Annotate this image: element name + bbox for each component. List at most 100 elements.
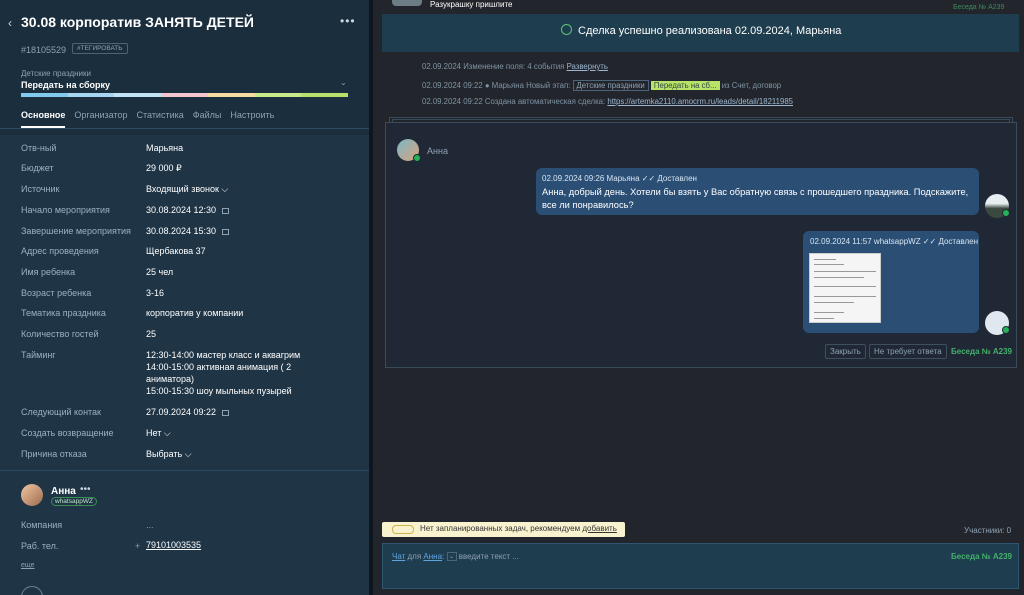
compose-placeholder[interactable]: введите текст ... (459, 552, 519, 561)
stage-progress-bar (21, 93, 349, 97)
lead-tabs: Основное Организатор Статистика Файлы Настро… (21, 110, 274, 128)
whatsapp-icon (413, 154, 421, 162)
tab-4[interactable]: Настроить (230, 110, 274, 128)
pipeline-name: Детские праздники (21, 69, 91, 78)
chevron-down-icon[interactable]: ⌄ (340, 78, 347, 87)
tasks-hint: Нет запланированных задач, рекомендуем д… (382, 522, 625, 537)
top-clipped-message: Разукрашку пришлите (430, 0, 513, 9)
field-label: Тайминг (21, 350, 56, 360)
message-header: 02.09.2024 09:26 Марьяна ✓✓ Доставлен (542, 174, 697, 183)
tab-2[interactable]: Статистика (136, 110, 183, 128)
phone-link[interactable]: 79101003535 (146, 540, 201, 550)
field-value[interactable]: Выбрать ⌵ (146, 449, 192, 460)
field-label: Причина отказа (21, 449, 87, 459)
contact-divider (0, 470, 369, 471)
lead-url-link[interactable]: https://artemka2110.amocrm.ru/leads/deta… (607, 97, 793, 106)
calendar-icon[interactable] (222, 207, 230, 214)
field-value[interactable]: 25 чел (146, 267, 173, 277)
stage-segment (114, 93, 162, 97)
log-stage-change: 02.09.2024 09:22 ● Марьяна Новый этап: Д… (422, 80, 781, 91)
top-beseda: Беседа № A239 (953, 4, 1005, 11)
company-label: Компания (21, 520, 63, 530)
field-value[interactable]: 30.08.2024 12:30 (146, 205, 230, 215)
tabs-divider (0, 128, 369, 129)
expand-link[interactable]: Развернуть (567, 62, 608, 71)
log-text: 02.09.2024 09:22 Создана автоматическая … (422, 97, 606, 106)
company-value[interactable]: ... (146, 520, 154, 530)
timing-line[interactable]: 14:00-15:00 активная анимация ( 2 (146, 362, 291, 372)
more-fields-link[interactable]: еще (21, 562, 34, 569)
tab-3[interactable]: Файлы (193, 110, 222, 128)
whatsapp-icon (1002, 326, 1010, 334)
contact-avatar[interactable] (21, 484, 43, 506)
participants-count: Участники: 0 (964, 526, 1012, 535)
message-text: Анна, добрый день. Хотели бы взять у Вас… (542, 187, 969, 210)
field-label: Имя ребенка (21, 267, 76, 277)
back-chevron-icon[interactable]: ‹ (8, 16, 12, 30)
log-text: 02.09.2024 Изменение поля: 4 события (422, 62, 565, 71)
stage-select[interactable]: Передать на сборку (21, 80, 110, 90)
field-value[interactable]: 30.08.2024 15:30 (146, 226, 230, 236)
tab-0[interactable]: Основное (21, 110, 66, 128)
phone-label: Раб. тел. (21, 541, 59, 551)
stage-segment (207, 93, 255, 97)
contact-name[interactable]: Анна (51, 486, 76, 497)
field-value[interactable]: Входящий звонок ⌵ (146, 184, 228, 195)
field-value[interactable]: Нет ⌵ (146, 428, 171, 439)
tag-button[interactable]: #ТЕГИРОВАТЬ (72, 43, 128, 54)
timing-line[interactable]: 12:30-14:00 мастер класс и аквагрим (146, 350, 300, 360)
chat-mode-link[interactable]: Чат (392, 552, 405, 561)
field-label: Тематика праздника (21, 308, 106, 318)
calendar-icon[interactable] (222, 228, 230, 235)
top-clip-bar (392, 0, 422, 6)
log-field-change: 02.09.2024 Изменение поля: 4 события Раз… (422, 62, 608, 71)
tab-1[interactable]: Организатор (74, 110, 127, 128)
calendar-icon[interactable] (222, 409, 230, 416)
beseda-label[interactable]: Беседа № A239 (951, 347, 1012, 356)
recipient-link[interactable]: Анна (423, 552, 442, 561)
add-task-link[interactable]: добавить (582, 524, 617, 533)
stage-segment (301, 93, 349, 97)
check-circle-icon (561, 24, 572, 35)
close-chat-button[interactable]: Закрыть (825, 344, 866, 359)
field-value[interactable]: Щербакова 37 (146, 246, 206, 256)
image-attachment[interactable] (809, 253, 881, 323)
field-value[interactable]: 29 000 ₽ (146, 163, 182, 174)
field-label: Создать возвращение (21, 428, 114, 438)
clock-icon (392, 525, 414, 534)
field-value[interactable]: корпоратив у компании (146, 308, 243, 318)
whatsapp-icon (1002, 209, 1010, 217)
message-header: 02.09.2024 11:57 whatsappWZ ✓✓ Доставлен (810, 237, 979, 246)
field-label: Источник (21, 184, 60, 194)
log-auto-lead: 02.09.2024 09:22 Создана автоматическая … (422, 97, 793, 106)
compose-box[interactable] (382, 543, 1019, 589)
pipeline-chip: Детские праздники (572, 80, 649, 91)
stage-segment (67, 93, 115, 97)
timing-line[interactable]: 15:00-15:30 шоу мыльных пузырей (146, 386, 292, 396)
field-label: Завершение мероприятия (21, 226, 131, 236)
log-text: 02.09.2024 09:22 ● Марьяна Новый этап: (422, 81, 571, 90)
timing-line[interactable]: аниматора) (146, 374, 194, 384)
compose-beseda[interactable]: Беседа № A239 (951, 552, 1012, 561)
field-label: Отв-ный (21, 143, 57, 153)
log-text: из Счет, договор (721, 81, 782, 90)
no-reply-button[interactable]: Не требует ответа (869, 344, 947, 359)
field-value[interactable]: Марьяна (146, 143, 183, 153)
lead-id: #18105529 (21, 45, 67, 55)
lead-title[interactable]: 30.08 корпоратив ЗАНЯТЬ ДЕТЕЙ (21, 14, 254, 30)
field-label: Адрес проведения (21, 246, 99, 256)
plus-icon[interactable]: + (135, 541, 140, 551)
chat-contact-name: Анна (427, 146, 448, 156)
stage-segment (21, 93, 68, 97)
stage-chip: Передать на сб... (650, 81, 720, 90)
more-options-icon[interactable]: ••• (340, 14, 356, 28)
field-value[interactable]: 27.09.2024 09:22 (146, 407, 230, 417)
stage-segment (254, 93, 302, 97)
contact-more-icon[interactable]: ••• (80, 484, 91, 495)
field-value[interactable]: 25 (146, 329, 156, 339)
field-value[interactable]: 3-16 (146, 288, 164, 298)
recipient-dropdown-icon[interactable]: ⌄ (446, 552, 457, 562)
field-label: Бюджет (21, 163, 54, 173)
compose-for: для (407, 552, 422, 561)
field-label: Количество гостей (21, 329, 99, 339)
